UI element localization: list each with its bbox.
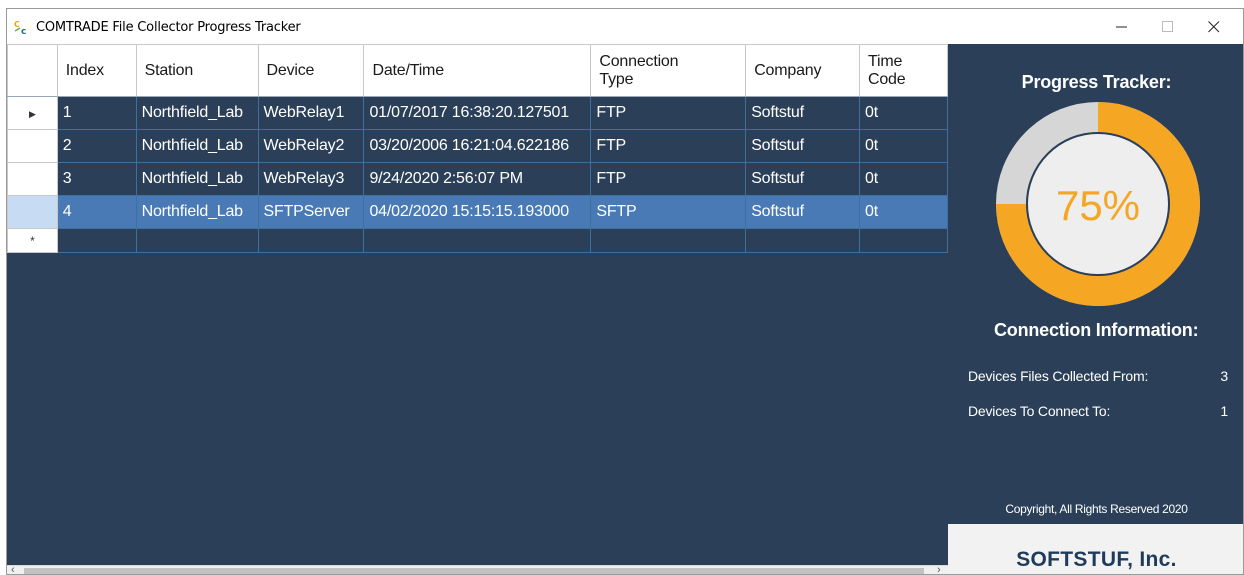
cell-datetime[interactable]: 03/20/2006 16:21:04.622186 [363, 129, 592, 163]
new-row-cell[interactable] [745, 228, 860, 253]
progress-percent-label: 75% [1056, 182, 1140, 229]
row-header[interactable] [7, 162, 58, 196]
cell-time-code[interactable]: 0t [859, 195, 948, 229]
table-row[interactable]: ▶ 1 Northfield_Lab WebRelay1 01/07/2017 16:3… [7, 96, 948, 130]
cell-station[interactable]: Northfield_Lab [135, 129, 259, 163]
new-row-cell[interactable] [859, 228, 948, 253]
row-header[interactable] [7, 195, 58, 229]
cell-device[interactable]: SFTPServer [257, 195, 365, 229]
connection-information-title: Connection Information: [994, 320, 1199, 340]
maximize-icon [1162, 20, 1173, 32]
devices-to-connect-row: Devices To Connect To: 1 [968, 403, 1228, 419]
close-icon [1208, 20, 1220, 32]
cell-time-code[interactable]: 0t [859, 129, 948, 163]
current-row-arrow-icon: ▶ [29, 109, 36, 119]
cell-company[interactable]: Softstuf [745, 129, 860, 163]
minimize-button[interactable] [1099, 9, 1145, 44]
cell-datetime[interactable]: 01/07/2017 16:38:20.127501 [363, 96, 592, 130]
cell-connection-type[interactable]: FTP [590, 96, 747, 130]
new-row-asterisk-icon: * [30, 233, 35, 248]
column-header-company[interactable]: Company [745, 44, 860, 97]
cell-index[interactable]: 2 [56, 129, 137, 163]
table-row[interactable]: 2 Northfield_Lab WebRelay2 03/20/2006 16:21… [7, 129, 948, 163]
comtrade-app-icon: C c [14, 20, 26, 35]
devices-to-connect-value: 1 [1220, 403, 1228, 419]
scroll-right-icon[interactable]: › [937, 564, 941, 574]
scroll-left-icon[interactable]: ‹ [11, 564, 15, 574]
brand-box: SOFTSTUF, Inc. [948, 524, 1243, 574]
cell-company[interactable]: Softstuf [745, 195, 860, 229]
cell-index[interactable]: 1 [56, 96, 137, 130]
column-header-index[interactable]: Index [56, 44, 137, 97]
scrollbar-thumb[interactable] [24, 568, 924, 574]
cell-station[interactable]: Northfield_Lab [135, 96, 259, 130]
minimize-icon [1116, 26, 1127, 27]
cell-index[interactable]: 4 [56, 195, 137, 229]
column-header-time-code[interactable]: Time Code [859, 44, 948, 97]
brand-logo-text: SOFTSTUF, Inc. [1016, 548, 1177, 571]
cell-datetime[interactable]: 9/24/2020 2:56:07 PM [363, 162, 592, 196]
grid-corner-cell [7, 44, 58, 97]
progress-tracker-title: Progress Tracker: [1021, 72, 1172, 92]
new-row-cell[interactable] [590, 228, 747, 253]
files-collected-value: 3 [1220, 368, 1228, 384]
app-window: C c COMTRADE File Collector Progress Tra… [6, 8, 1244, 575]
new-row-cell[interactable] [135, 228, 259, 253]
maximize-button[interactable] [1145, 9, 1191, 44]
cell-device[interactable]: WebRelay1 [257, 96, 365, 130]
cell-company[interactable]: Softstuf [745, 162, 860, 196]
new-row-header[interactable]: * [7, 228, 58, 253]
column-header-device[interactable]: Device [257, 44, 365, 97]
cell-device[interactable]: WebRelay3 [257, 162, 365, 196]
progress-donut: 75% [996, 102, 1200, 306]
grid-table: Index Station Device Date/Time Connectio… [7, 44, 948, 253]
cell-connection-type[interactable]: SFTP [590, 195, 747, 229]
cell-index[interactable]: 3 [56, 162, 137, 196]
close-button[interactable] [1191, 9, 1237, 44]
cell-connection-type[interactable]: FTP [590, 129, 747, 163]
new-row-cell[interactable] [363, 228, 592, 253]
progress-panel: Progress Tracker: 75% Connection Informa… [948, 44, 1243, 574]
new-row[interactable]: * [7, 228, 948, 253]
copyright-text: Copyright, All Rights Reserved 2020 [1005, 502, 1188, 516]
cell-datetime[interactable]: 04/02/2020 15:15:15.193000 [363, 195, 592, 229]
window-title: COMTRADE File Collector Progress Tracker [36, 20, 301, 35]
table-row[interactable]: 4 Northfield_Lab SFTPServer 04/02/2020 15:1… [7, 195, 948, 229]
new-row-cell[interactable] [56, 228, 137, 253]
svg-text:C: C [14, 20, 20, 29]
devices-to-connect-label: Devices To Connect To: [968, 403, 1111, 419]
cell-station[interactable]: Northfield_Lab [135, 162, 259, 196]
table-row[interactable]: 3 Northfield_Lab WebRelay3 9/24/2020 2:56:0… [7, 162, 948, 196]
data-grid[interactable]: Index Station Device Date/Time Connectio… [7, 44, 948, 574]
cell-connection-type[interactable]: FTP [590, 162, 747, 196]
cell-time-code[interactable]: 0t [859, 162, 948, 196]
cell-company[interactable]: Softstuf [745, 96, 860, 130]
files-collected-label: Devices Files Collected From: [968, 368, 1149, 384]
column-header-datetime[interactable]: Date/Time [363, 44, 592, 97]
horizontal-scrollbar[interactable]: ‹ › [7, 564, 948, 574]
title-bar[interactable]: C c COMTRADE File Collector Progress Tra… [7, 9, 1243, 44]
new-row-cell[interactable] [257, 228, 365, 253]
row-header[interactable] [7, 129, 58, 163]
column-header-connection-type[interactable]: Connection Type [590, 44, 747, 97]
cell-time-code[interactable]: 0t [859, 96, 948, 130]
column-header-station[interactable]: Station [135, 44, 259, 97]
svg-text:c: c [21, 27, 26, 35]
files-collected-row: Devices Files Collected From: 3 [968, 368, 1228, 384]
row-header[interactable]: ▶ [7, 96, 58, 130]
cell-station[interactable]: Northfield_Lab [135, 195, 259, 229]
cell-device[interactable]: WebRelay2 [257, 129, 365, 163]
